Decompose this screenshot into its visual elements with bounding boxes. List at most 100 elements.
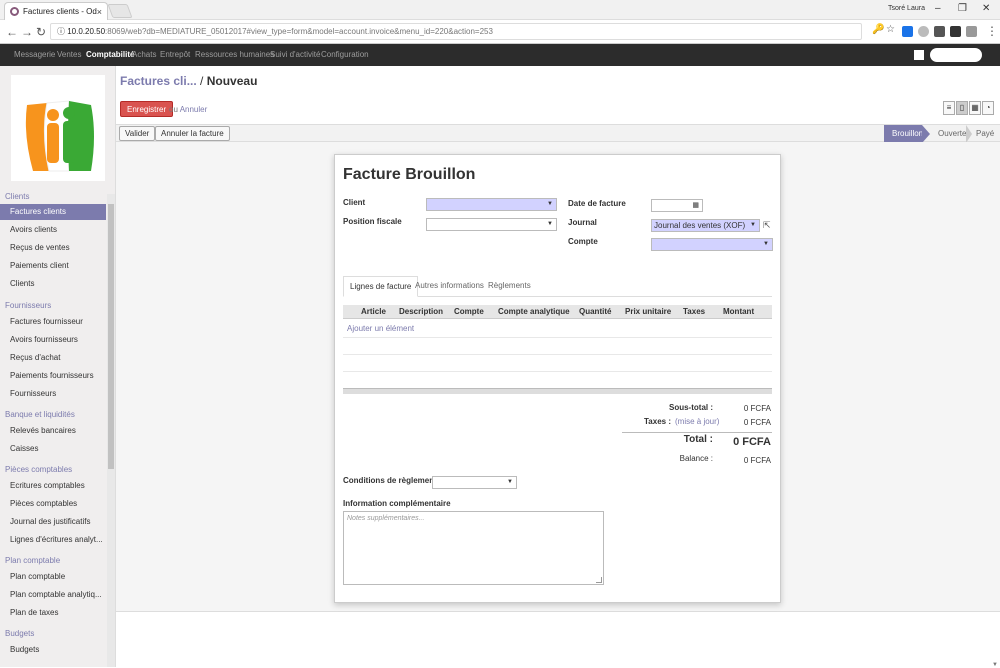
menu-suivi-activite[interactable]: Suivi d'activité xyxy=(270,50,320,59)
column-header[interactable]: Taxes xyxy=(683,307,705,316)
taxes-value: 0 FCFA xyxy=(743,418,771,427)
extension-icon[interactable] xyxy=(934,26,945,37)
sidebar-item-plan-taxes[interactable]: Plan de taxes xyxy=(0,605,106,621)
chevron-down-icon: ▼ xyxy=(763,241,769,247)
extension-icon[interactable] xyxy=(950,26,961,37)
sidebar-item-paiements-client[interactable]: Paiements client xyxy=(0,258,106,274)
extra-info-label: Information complémentaire xyxy=(343,499,451,508)
sidebar-item-avoirs-clients[interactable]: Avoirs clients xyxy=(0,222,106,238)
forward-icon[interactable]: → xyxy=(21,25,33,39)
url-host: 10.0.20.50 xyxy=(67,27,106,36)
sidebar-item-clients[interactable]: Clients xyxy=(0,276,106,292)
extension-icon[interactable] xyxy=(918,26,929,37)
update-taxes-link[interactable]: (mise à jour) xyxy=(675,417,719,426)
column-header[interactable]: Prix unitaire xyxy=(625,307,671,316)
validate-button[interactable]: Valider xyxy=(119,126,156,141)
menu-entrepot[interactable]: Entrepôt xyxy=(160,50,190,59)
section-pieces-comptables: Pièces comptables xyxy=(5,465,73,474)
column-header[interactable]: Compte analytique xyxy=(498,307,570,316)
menu-ressources-humaines[interactable]: Ressources humaines xyxy=(195,50,274,59)
external-link-icon[interactable]: ⇱ xyxy=(763,220,771,231)
sidebar-scrollbar-thumb[interactable] xyxy=(108,204,114,469)
browser-menu-icon[interactable]: ⋮ xyxy=(986,24,998,38)
sidebar-scrollbar[interactable] xyxy=(107,194,115,667)
sidebar-item-caisses[interactable]: Caisses xyxy=(0,441,106,457)
column-header[interactable]: Quantité xyxy=(579,307,611,316)
info-icon: ⓘ xyxy=(57,27,68,36)
sidebar-item-releves-bancaires[interactable]: Relevés bancaires xyxy=(0,423,106,439)
sidebar-item-recus-ventes[interactable]: Reçus de ventes xyxy=(0,240,106,256)
close-tab-icon[interactable]: × xyxy=(97,7,102,17)
new-tab-button[interactable] xyxy=(107,4,133,18)
menu-ventes[interactable]: Ventes xyxy=(57,50,81,59)
sidebar-item-paiements-fournisseurs[interactable]: Paiements fournisseurs xyxy=(0,368,106,384)
extension-icon[interactable] xyxy=(966,26,977,37)
discard-button[interactable]: Annuler xyxy=(180,105,208,114)
scroll-down-icon[interactable]: ▼ xyxy=(992,662,998,668)
maximize-icon[interactable]: ❐ xyxy=(958,3,967,14)
browser-tab[interactable]: Factures clients - Odoo × xyxy=(4,2,108,20)
menu-comptabilite[interactable]: Comptabilité xyxy=(86,50,134,59)
sidebar-item-recus-achat[interactable]: Reçus d'achat xyxy=(0,350,106,366)
star-icon[interactable]: ☆ xyxy=(886,24,895,35)
client-select[interactable]: ▼ xyxy=(426,198,557,211)
sidebar-item-plan-comptable[interactable]: Plan comptable xyxy=(0,569,106,585)
sidebar-item-plan-analytique[interactable]: Plan comptable analytiq... xyxy=(0,587,106,603)
sidebar-item-factures-clients[interactable]: Factures clients xyxy=(0,204,106,220)
close-window-icon[interactable]: ✕ xyxy=(982,3,990,14)
breadcrumb-parent[interactable]: Factures cli... xyxy=(120,74,197,88)
journal-select[interactable]: Journal des ventes (XOF) ▼ xyxy=(651,219,760,232)
chevron-down-icon: ▼ xyxy=(750,222,756,228)
menu-configuration[interactable]: Configuration xyxy=(321,50,369,59)
fiscal-position-select[interactable]: ▼ xyxy=(426,218,557,231)
sidebar-item-ecritures-comptables[interactable]: Ecritures comptables xyxy=(0,478,106,494)
cancel-invoice-button[interactable]: Annuler la facture xyxy=(155,126,230,141)
form-view-icon[interactable]: ▯ xyxy=(956,101,968,115)
minimize-icon[interactable]: – xyxy=(935,3,941,14)
notes-textarea[interactable]: Notes supplémentaires... xyxy=(343,511,604,585)
sidebar-item-lignes-ecritures[interactable]: Lignes d'écritures analyt... xyxy=(0,532,106,548)
save-button[interactable]: Enregistrer xyxy=(120,101,174,117)
user-avatar[interactable] xyxy=(914,50,924,60)
resize-handle-icon[interactable] xyxy=(596,577,602,583)
menu-messagerie[interactable]: Messagerie xyxy=(14,50,55,59)
column-header[interactable]: Article xyxy=(361,307,386,316)
payment-terms-label: Conditions de règlement xyxy=(343,476,437,485)
table-row xyxy=(343,337,772,338)
extension-icon[interactable] xyxy=(902,26,913,37)
calendar-icon[interactable]: ▦ xyxy=(692,200,699,211)
list-view-icon[interactable]: ≡ xyxy=(943,101,955,115)
user-menu[interactable] xyxy=(930,48,982,62)
payment-terms-select[interactable]: ▼ xyxy=(432,476,517,489)
journal-label: Journal xyxy=(568,218,597,227)
menu-achats[interactable]: Achats xyxy=(132,50,156,59)
total-label: Total : xyxy=(683,434,713,445)
sidebar-item-fournisseurs[interactable]: Fournisseurs xyxy=(0,386,106,402)
sidebar-item-pieces-comptables[interactable]: Pièces comptables xyxy=(0,496,106,512)
reload-icon[interactable]: ↻ xyxy=(36,25,46,39)
journal-value: Journal des ventes (XOF) xyxy=(654,221,746,230)
sidebar-item-journal-justificatifs[interactable]: Journal des justificatifs xyxy=(0,514,106,530)
section-banque: Banque et liquidités xyxy=(5,410,75,419)
invoice-lines-header: Article Description Compte Compte analyt… xyxy=(343,305,772,319)
or-label: ou xyxy=(169,105,178,114)
tab-lignes-facture[interactable]: Lignes de facture xyxy=(343,276,419,297)
url-bar[interactable]: ⓘ 10.0.20.50:8069/web?db=MEDIATURE_05012… xyxy=(50,23,862,40)
browser-user[interactable]: Tsoré Laura xyxy=(888,5,925,12)
sidebar-item-factures-fournisseur[interactable]: Factures fournisseur xyxy=(0,314,106,330)
column-header[interactable]: Compte xyxy=(454,307,484,316)
account-select[interactable]: ▼ xyxy=(651,238,773,251)
key-icon[interactable]: 🔑 xyxy=(872,24,884,35)
sidebar-item-budgets[interactable]: Budgets xyxy=(0,642,106,658)
invoice-date-input[interactable]: ▦ xyxy=(651,199,703,212)
sidebar-item-avoirs-fournisseurs[interactable]: Avoirs fournisseurs xyxy=(0,332,106,348)
graph-view-icon[interactable]: ◔ xyxy=(982,101,994,115)
column-header[interactable]: Montant xyxy=(723,307,754,316)
calendar-view-icon[interactable]: ▦ xyxy=(969,101,981,115)
back-icon[interactable]: ← xyxy=(6,25,18,39)
section-plan-comptable: Plan comptable xyxy=(5,556,61,565)
tab-autres-informations[interactable]: Autres informations xyxy=(409,276,490,297)
tab-reglements[interactable]: Règlements xyxy=(482,276,537,297)
column-header[interactable]: Description xyxy=(399,307,443,316)
add-line-link[interactable]: Ajouter un élément xyxy=(347,324,414,333)
